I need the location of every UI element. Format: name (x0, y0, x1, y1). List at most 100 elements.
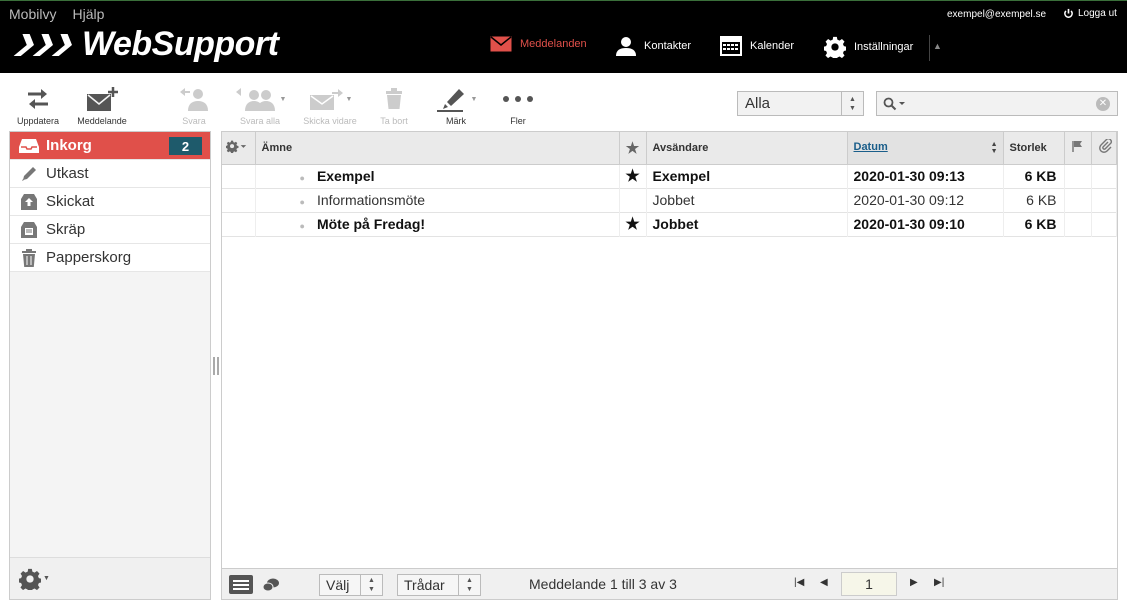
folder-sidebar: Inkorg 2 Utkast Skickat Skräp Papperskor… (9, 131, 211, 600)
forward-icon (309, 89, 343, 110)
prev-page-icon[interactable]: ◀ (820, 577, 828, 588)
folder-skrap[interactable]: Skräp (10, 216, 210, 244)
star-icon: ★ (625, 139, 640, 157)
column-size[interactable]: Storlek (1003, 132, 1065, 165)
more-button[interactable]: Fler (490, 84, 546, 126)
list-icon (233, 583, 249, 586)
nav-kalender[interactable]: Kalender (720, 36, 794, 56)
trash-icon (386, 88, 402, 109)
delete-button[interactable]: Ta bort (366, 84, 422, 126)
column-date[interactable]: Datum ▲ ▼ (847, 132, 1004, 165)
logout-button[interactable]: Logga ut (1063, 8, 1117, 19)
subject-cell: ● Möte på Fredag! (255, 212, 620, 236)
toolbar-label: Svara (182, 116, 206, 126)
message-list: Ämne ★ Avsändare Datum ▲ ▼ Storlek ● Exempe… (221, 131, 1118, 600)
column-flag[interactable] (1064, 132, 1092, 165)
nav-label: Meddelanden (520, 38, 587, 50)
folder-inkorg[interactable]: Inkorg 2 (10, 132, 210, 160)
folder-skickat[interactable]: Skickat (10, 188, 210, 216)
reply-all-button[interactable]: ▼ Svara alla (228, 84, 292, 126)
message-table: Ämne ★ Avsändare Datum ▲ ▼ Storlek ● Exempe… (222, 132, 1117, 237)
logo[interactable]: WebSupport (18, 25, 279, 64)
select-label: Välj (326, 577, 350, 593)
filter-select[interactable]: Alla ▲ ▼ (737, 91, 864, 116)
pager-info: Meddelande 1 till 3 av 3 (529, 576, 677, 592)
flag-cell[interactable] (1064, 164, 1092, 188)
toolbar-label: Meddelande (77, 116, 127, 126)
folder-utkast[interactable]: Utkast (10, 160, 210, 188)
compose-button[interactable]: Meddelande (74, 84, 130, 126)
nav-divider (929, 35, 930, 61)
row-size: 6 KB (1003, 188, 1065, 212)
reply-all-icon (235, 88, 275, 111)
thread-cell (222, 212, 256, 236)
table-row[interactable]: ● Informationsmöte Jobbet 2020-01-30 09:1… (222, 188, 1117, 212)
flag-cell[interactable] (1064, 212, 1092, 236)
star-cell[interactable] (619, 188, 647, 212)
page-number-input[interactable]: 1 (841, 572, 897, 596)
gear-icon (225, 140, 247, 154)
user-email: exempel@exempel.se (947, 9, 1047, 20)
person-icon (616, 37, 636, 56)
refresh-button[interactable]: Uppdatera (10, 84, 66, 126)
threads-dropdown[interactable]: Trådar ▲ ▼ (397, 574, 481, 596)
search-box[interactable]: ✕ (876, 91, 1118, 116)
last-page-icon[interactable]: ▶| (934, 577, 944, 588)
row-size: 6 KB (1003, 212, 1065, 236)
help-link[interactable]: Hjälp (72, 6, 104, 22)
select-arrows-icon: ▲ ▼ (841, 92, 863, 115)
folder-label: Skräp (46, 221, 86, 238)
nav-kontakter[interactable]: Kontakter (616, 36, 691, 56)
forward-button[interactable]: ▼ Skicka vidare (298, 84, 362, 126)
nav-label: Inställningar (854, 41, 914, 53)
column-flag-star[interactable]: ★ (619, 132, 647, 165)
mark-button[interactable]: ▼ Märk (428, 84, 484, 126)
folder-settings-button[interactable]: ▼ (19, 568, 50, 590)
table-row[interactable]: ● Möte på Fredag! ★ Jobbet 2020-01-30 09:… (222, 212, 1117, 236)
filter-value: Alla (745, 95, 771, 112)
nav-installningar[interactable]: Inställningar (824, 36, 913, 58)
trash-icon (19, 248, 39, 267)
search-input[interactable] (907, 92, 1096, 115)
folder-label: Skickat (46, 193, 95, 210)
first-page-icon[interactable]: |◀ (794, 577, 804, 588)
nav-label: Kalender (750, 40, 795, 52)
column-attachment[interactable] (1091, 132, 1117, 165)
folder-label: Inkorg (46, 137, 92, 154)
row-sender: Jobbet (646, 212, 848, 236)
row-subject: Informationsmöte (316, 192, 426, 208)
attachment-cell (1091, 164, 1117, 188)
subject-cell: ● Exempel (255, 164, 620, 188)
thread-view-button[interactable] (262, 578, 280, 595)
row-date: 2020-01-30 09:12 (847, 188, 1004, 212)
toolbar-label: Ta bort (380, 116, 408, 126)
star-icon[interactable]: ★ (619, 164, 647, 188)
folder-papperskorg[interactable]: Papperskorg (10, 244, 210, 272)
column-sender[interactable]: Avsändare (646, 132, 848, 165)
column-subject[interactable]: Ämne (255, 132, 620, 165)
flag-cell[interactable] (1064, 188, 1092, 212)
status-dot-icon: ● (299, 221, 305, 231)
pencil-icon (19, 165, 39, 183)
list-options-button[interactable] (222, 132, 256, 165)
collapse-caret-icon[interactable]: ▲ (933, 41, 942, 51)
table-row[interactable]: ● Exempel ★ Exempel 2020-01-30 09:13 6 KB (222, 164, 1117, 188)
top-links: Mobilvy Hjälp (9, 6, 104, 22)
clear-search-icon[interactable]: ✕ (1096, 96, 1110, 111)
subject-cell: ● Informationsmöte (255, 188, 620, 212)
search-icon[interactable] (883, 97, 907, 111)
nav-meddelanden[interactable]: Meddelanden (490, 36, 587, 52)
attachment-cell (1091, 188, 1117, 212)
pane-splitter[interactable] (213, 357, 219, 375)
reply-button[interactable]: Svara (166, 84, 222, 126)
toolbar-label: Svara alla (239, 116, 281, 126)
select-dropdown[interactable]: Välj ▲ ▼ (319, 574, 383, 596)
list-view-button[interactable] (229, 575, 253, 594)
power-icon (1064, 8, 1073, 18)
gear-icon (19, 568, 41, 590)
sidebar-footer: ▼ (10, 557, 210, 599)
envelope-plus-icon (87, 87, 118, 111)
next-page-icon[interactable]: ▶ (910, 577, 918, 588)
star-icon[interactable]: ★ (619, 212, 647, 236)
mobile-view-link[interactable]: Mobilvy (9, 6, 56, 22)
